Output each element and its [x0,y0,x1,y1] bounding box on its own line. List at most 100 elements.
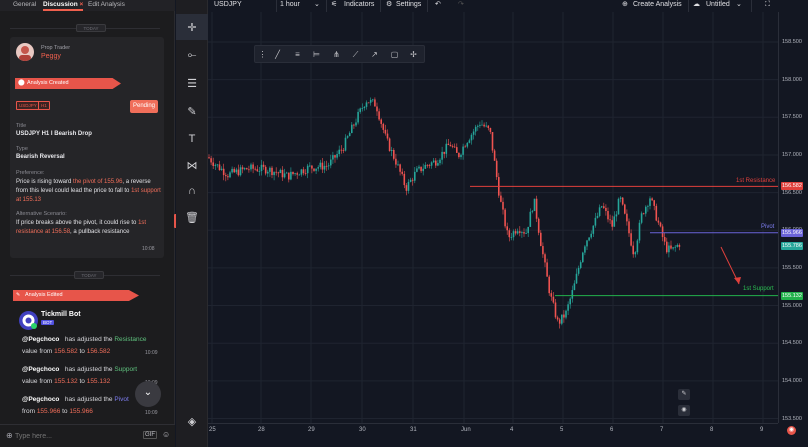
ray-icon[interactable]: ⟋ [350,49,361,60]
candle-body [678,244,681,247]
price-tick-label: 154.500 [782,340,802,347]
candle-body [424,164,427,169]
bulb-icon[interactable]: ◉ [678,405,690,416]
arrow-tool-icon[interactable]: ↗ [369,49,380,60]
fib-lines-icon[interactable]: ☰ [176,70,208,96]
candle-body [346,136,349,138]
pivot-label: Pivot [761,224,775,230]
candle-body [437,163,439,166]
trash-icon[interactable]: 🗑 [176,204,208,230]
candle-body [275,171,277,173]
message-input[interactable] [15,430,135,442]
indicators-button[interactable]: Indicators [344,0,374,12]
candle-body [292,171,294,175]
gif-button[interactable]: GIF [143,431,157,439]
magnet-icon[interactable]: ∩ [176,178,208,204]
price-tick-label: 158.000 [782,76,802,83]
candle-body [603,206,605,208]
undo-icon[interactable]: ↶ [435,0,441,12]
tab-edit-analysis[interactable]: Edit Analysis [88,0,125,11]
candle-body [506,226,508,231]
tab-discussion[interactable]: Discussion × [43,0,84,11]
bot-badge: BOT [41,320,55,325]
candle-body [525,233,527,234]
candle-body [252,164,254,169]
create-analysis-button[interactable]: Create Analysis [633,0,682,12]
price-axis[interactable]: 158.500158.000157.500157.000156.500156.0… [778,12,808,423]
separator [751,0,752,12]
candle-body [621,197,624,205]
candle-body [302,169,305,174]
candle-body [374,99,376,107]
price-tick-label: 153.500 [782,415,802,422]
candle-body [325,165,328,167]
layout-name[interactable]: Untitled [706,0,730,12]
fullscreen-icon[interactable]: ⛶ [765,0,770,12]
candle-body [573,283,576,291]
candle-body [441,151,443,160]
candle-body [384,129,387,134]
candle-body [521,232,523,233]
symbol-search[interactable]: USDJPY [214,0,242,12]
candle-body [344,137,347,151]
candle-body [615,214,618,217]
attachment-icon[interactable]: ⊕ [6,431,13,440]
candle-body [659,222,662,227]
chevron-down-icon[interactable]: ⌄ [314,0,320,12]
settings-button[interactable]: Settings [396,0,421,12]
candle-body [222,168,225,176]
message-time: 10:09 [145,410,158,416]
candle-body [403,173,406,186]
trend-line-icon[interactable]: ⟜ [176,42,208,68]
candle-body [655,205,658,221]
candle-body [661,226,664,238]
tab-close-icon[interactable]: × [80,1,84,8]
candle-body [533,198,536,211]
pencil-icon[interactable]: ✎ [678,389,690,400]
candle-body [638,222,641,241]
candle-body [229,172,231,178]
crosshair-icon[interactable]: ✛ [176,14,208,40]
tab-discussion-label: Discussion [43,1,78,8]
candle-body [340,149,343,151]
tab-general[interactable]: General [13,0,36,11]
candle-body [359,108,361,112]
candle-body [672,247,674,249]
pattern-icon[interactable]: ⋈ [176,152,208,178]
price-chart[interactable] [208,12,778,423]
emoji-icon[interactable]: ☺ [162,430,170,439]
layers-icon[interactable]: ◈ [176,408,208,434]
time-axis[interactable]: 25 28 29 30 31 Jun 4 5 6 7 8 9 [208,423,778,447]
candle-body [208,157,210,159]
candle-body [636,240,639,253]
candle-body [241,167,244,170]
scroll-down-button[interactable]: ⌄ [135,381,161,407]
candle-body [502,201,504,210]
drag-handle-icon[interactable]: ⋮ [257,49,268,60]
candle-body [504,209,506,227]
candle-body [279,169,282,174]
candle-body [271,167,273,176]
candle-body [462,146,464,155]
candle-body [269,167,271,172]
brush-icon[interactable]: ✎ [176,98,208,124]
interval-selector[interactable]: 1 hour [280,0,300,12]
analysis-title: USDJPY H1 I Bearish Drop [16,131,92,137]
candle-body [674,246,676,248]
candle-body [214,164,217,166]
line-tool-icon[interactable]: ╱ [272,49,283,60]
pitchfork-icon[interactable]: ⋔ [331,49,342,60]
separator [427,0,428,12]
fib-icon[interactable]: ⊨ [311,49,322,60]
candle-body [508,230,511,238]
redo-icon[interactable]: ↷ [458,0,464,12]
rectangle-icon[interactable]: ▢ [389,49,400,60]
parallel-channel-icon[interactable]: ≡ [292,49,303,60]
candle-body [304,173,307,174]
candle-body [569,298,571,305]
text-tool-icon[interactable]: T [176,126,208,152]
candle-body [630,233,632,246]
crosshair-tool-icon[interactable]: ✢ [408,49,419,60]
chevron-down-icon[interactable]: ⌄ [736,0,742,12]
alert-icon[interactable]: ◉ [787,426,796,435]
